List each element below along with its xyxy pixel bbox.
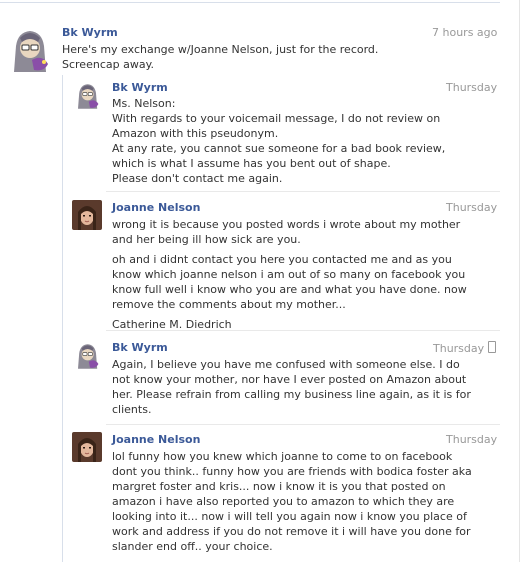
message-timestamp: Thursday — [446, 201, 498, 214]
message-timestamp: Thursday — [446, 433, 498, 446]
message-line: her. Please refrain from calling my busi… — [112, 388, 471, 401]
message-body: Again, I believe you have me confused wi… — [112, 357, 471, 417]
post-timestamp[interactable]: 7 hours ago — [432, 26, 497, 39]
avatar[interactable] — [72, 200, 102, 230]
message-line: which is what I assume has you bent out … — [112, 157, 391, 170]
message-body: lol funny how you knew which joanne to c… — [112, 449, 472, 554]
message-line: lol funny how you knew which joanne to c… — [112, 450, 453, 463]
message-line: At any rate, you cannot sue someone for … — [112, 142, 446, 155]
message-line: looking into it... now i will tell you a… — [112, 510, 467, 523]
message-line: work and address if you do not remove it… — [112, 525, 471, 538]
message-line: Again, I believe you have me confused wi… — [112, 358, 460, 371]
avatar[interactable] — [72, 340, 102, 370]
message-body: wrong it is because you posted words i w… — [112, 217, 467, 332]
message-divider — [106, 330, 500, 331]
message-line: margret foster and kris... now i know it… — [112, 480, 446, 493]
message-divider — [106, 191, 500, 192]
message-author[interactable]: Joanne Nelson — [112, 433, 200, 446]
message-author[interactable]: Bk Wyrm — [112, 81, 168, 94]
message-line: oh and i didnt contact you here you cont… — [112, 253, 452, 266]
message-line: wrong it is because you posted words i w… — [112, 218, 461, 231]
message-line: Ms. Nelson: — [112, 97, 176, 110]
post-author[interactable]: Bk Wyrm — [62, 26, 118, 39]
avatar[interactable] — [4, 24, 54, 74]
message-author[interactable]: Joanne Nelson — [112, 201, 200, 214]
message-line: clients. — [112, 403, 152, 416]
post-body: Here's my exchange w/Joanne Nelson, just… — [62, 42, 378, 72]
message-line: Please don't contact me again. — [112, 172, 283, 185]
message-line: slander end off.. your choice. — [112, 540, 273, 553]
message-line: and her being ill how sick are you. — [112, 233, 301, 246]
message-line: Amazon with this pseudonym. — [112, 127, 279, 140]
mobile-phone-icon — [488, 341, 497, 353]
message-line: With regards to your voicemail message, … — [112, 112, 441, 125]
bkwyrm-avatar-icon — [72, 80, 102, 110]
bkwyrm-avatar-icon — [72, 340, 102, 370]
message-timestamp-text: Thursday — [433, 342, 485, 355]
avatar[interactable] — [72, 80, 102, 110]
joanne-avatar-icon — [72, 432, 102, 462]
message-line: know which joanne nelson i am out of so … — [112, 268, 466, 281]
message-author[interactable]: Bk Wyrm — [112, 341, 168, 354]
avatar[interactable] — [72, 432, 102, 462]
message-line: amazon i have also reported you to amazo… — [112, 495, 455, 508]
top-divider — [0, 2, 500, 3]
joanne-avatar-icon — [72, 200, 102, 230]
post-line: Here's my exchange w/Joanne Nelson, just… — [62, 43, 379, 56]
scrollbar[interactable] — [519, 0, 526, 562]
message-timestamp: Thursday — [433, 341, 497, 355]
message-timestamp: Thursday — [446, 81, 498, 94]
message-line: know full well i know who you are and wh… — [112, 283, 467, 296]
message-line: not know your mother, nor have I ever po… — [112, 373, 467, 386]
message-body: Ms. Nelson: With regards to your voicema… — [112, 96, 445, 186]
message-divider — [106, 424, 500, 425]
post-line: Screencap away. — [62, 58, 155, 71]
message-line: remove the comments about my mother... — [112, 298, 346, 311]
message-line: dont you think.. funny how you are frien… — [112, 465, 472, 478]
bkwyrm-avatar-icon — [4, 24, 54, 74]
thread-line — [62, 75, 63, 562]
